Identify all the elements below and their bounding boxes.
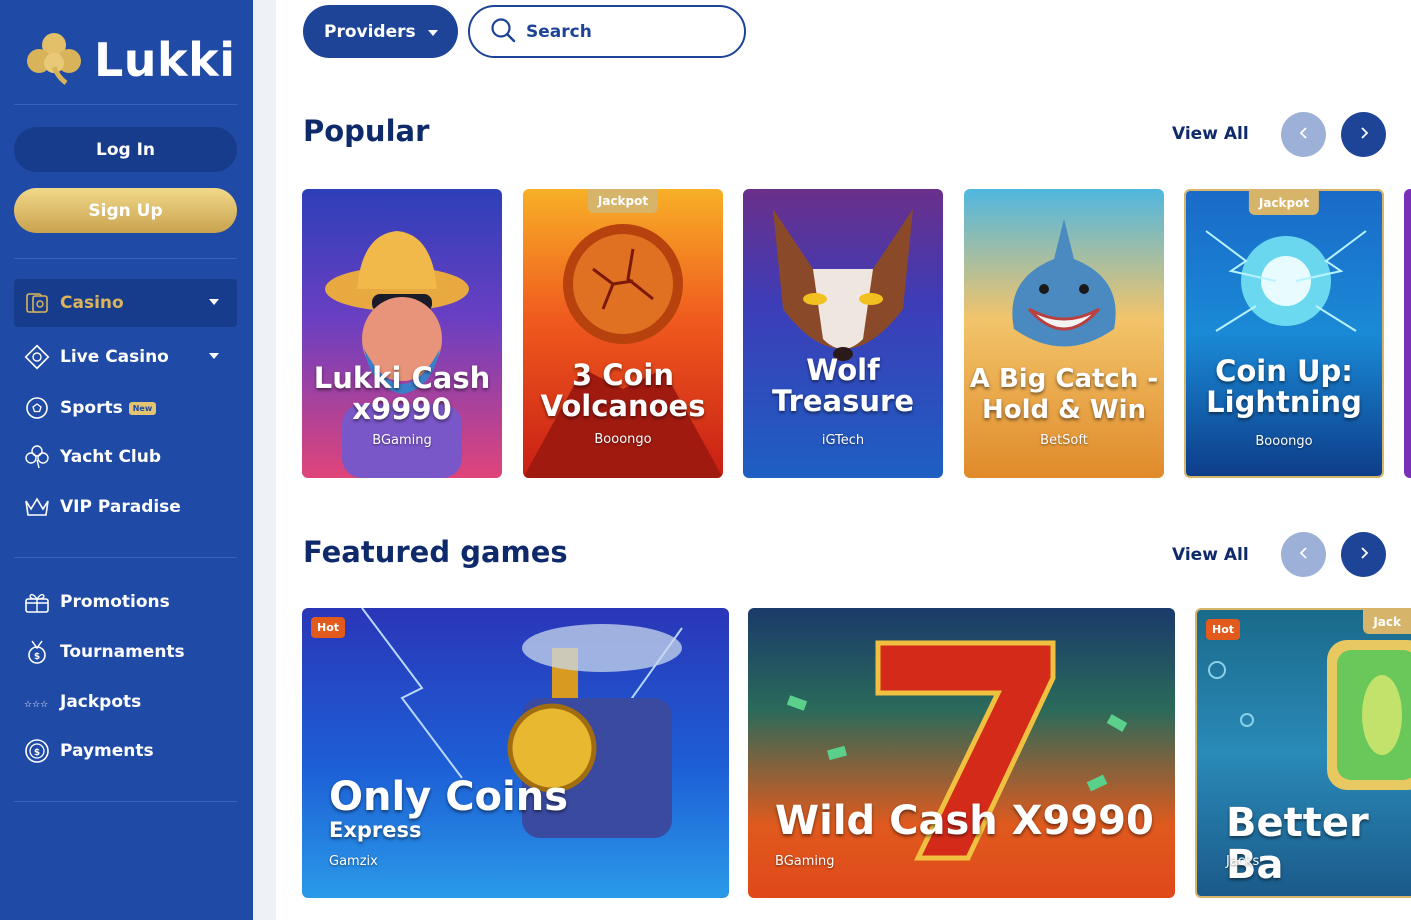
coin-icon: $: [24, 738, 50, 764]
chevron-down-icon: [209, 299, 219, 305]
featured-game-card[interactable]: Wild Cash X9990 BGaming: [748, 608, 1175, 898]
sidebar-item-yacht-club[interactable]: Yacht Club: [14, 433, 237, 481]
medal-icon: $: [24, 639, 50, 665]
game-provider: Gamzix: [329, 854, 378, 869]
hot-tag: Hot: [1206, 619, 1241, 640]
cards-icon: [24, 290, 50, 316]
featured-game-card[interactable]: Hot Only Coins Express Gamzix: [302, 608, 729, 898]
game-title: Lukki Cash x9990: [313, 361, 491, 426]
game-title: Only Coins: [329, 774, 569, 820]
game-provider: Booongo: [594, 432, 652, 447]
new-badge: New: [128, 401, 157, 415]
providers-label: Providers: [324, 21, 416, 42]
sidebar-item-live-casino[interactable]: Live Casino: [14, 333, 237, 381]
section-title-popular: Popular: [303, 114, 430, 148]
carousel-next-button[interactable]: [1341, 112, 1386, 157]
game-title: Wild Cash X9990: [775, 798, 1154, 844]
sidebar-item-casino[interactable]: Casino: [14, 279, 237, 327]
game-provider: BetSoft: [1040, 433, 1088, 448]
providers-dropdown[interactable]: Providers: [303, 5, 458, 58]
signup-button[interactable]: Sign Up: [14, 188, 237, 233]
chevron-left-icon: [1298, 125, 1310, 144]
stars-icon: ☆☆☆: [24, 689, 50, 715]
jackpot-tag: Jack: [1363, 610, 1411, 634]
game-provider: iGTech: [821, 433, 865, 448]
search-icon: [490, 17, 516, 47]
chevron-left-icon: [1298, 545, 1310, 564]
game-title: A Big Catch - Hold & Win: [969, 364, 1159, 425]
sidebar-item-label: VIP Paradise: [60, 497, 181, 517]
sidebar-gutter: [253, 0, 276, 920]
sidebar-divider: [14, 557, 237, 558]
chevron-down-icon: [209, 353, 219, 359]
carousel-prev-button[interactable]: [1281, 532, 1326, 577]
section-title-featured: Featured games: [303, 535, 568, 569]
sidebar-item-label: Live Casino: [60, 347, 169, 367]
sidebar-item-payments[interactable]: $ Payments: [14, 727, 237, 775]
sidebar-item-jackpots[interactable]: ☆☆☆ Jackpots: [14, 678, 237, 726]
carousel-prev-button[interactable]: [1281, 112, 1326, 157]
soccer-ball-icon: [24, 395, 50, 421]
sidebar-item-promotions[interactable]: Promotions: [14, 578, 237, 626]
game-provider: Jacks: [1226, 854, 1260, 869]
sidebar-item-vip-paradise[interactable]: VIP Paradise: [14, 483, 237, 531]
clover-logo-icon: [24, 31, 84, 89]
sidebar-item-label: Yacht Club: [60, 447, 162, 467]
sidebar: Lukki Log In Sign Up Casino Live Casino …: [0, 0, 253, 920]
sidebar-item-tournaments[interactable]: $ Tournaments: [14, 628, 237, 676]
sidebar-item-label: Casino: [60, 293, 124, 313]
search-box[interactable]: [468, 5, 746, 58]
game-card[interactable]: Jackpot Coin Up: Lightning Booongo: [1184, 189, 1384, 478]
chevron-down-icon: [428, 30, 438, 36]
hot-tag: Hot: [311, 617, 346, 638]
game-card[interactable]: Jackpot 3 Coin Volcanoes Booongo: [523, 189, 723, 478]
brand-logo[interactable]: Lukki: [24, 30, 236, 90]
game-card-peek[interactable]: [1404, 189, 1411, 478]
game-card[interactable]: Lukki Cash x9990 BGaming: [302, 189, 502, 478]
game-title: Coin Up: Lightning: [1206, 354, 1362, 419]
sidebar-item-label: Sports: [60, 398, 123, 418]
game-title: Wolf Treasure: [771, 353, 914, 418]
sidebar-divider: [14, 801, 237, 802]
game-card[interactable]: Wolf Treasure iGTech: [743, 189, 943, 478]
svg-text:☆☆☆: ☆☆☆: [24, 700, 48, 709]
featured-game-card[interactable]: Hot Jack Better Ba Jacks: [1195, 608, 1411, 898]
game-card[interactable]: A Big Catch - Hold & Win BetSoft: [964, 189, 1164, 478]
diamond-chip-icon: [24, 344, 50, 370]
svg-text:$: $: [34, 652, 40, 662]
game-provider: BGaming: [372, 433, 432, 448]
sidebar-item-label: Promotions: [60, 592, 170, 612]
search-input[interactable]: [526, 21, 726, 42]
view-all-featured[interactable]: View All: [1172, 545, 1249, 565]
sidebar-divider: [14, 104, 237, 105]
game-subtitle: Express: [329, 818, 422, 842]
jackpot-tag: Jackpot: [587, 189, 659, 213]
sidebar-item-sports[interactable]: Sports New: [14, 384, 237, 432]
chevron-right-icon: [1358, 125, 1370, 144]
crown-icon: [24, 494, 50, 520]
brand-name: Lukki: [94, 33, 236, 87]
sidebar-item-label: Payments: [60, 741, 154, 761]
game-title: Better Ba: [1226, 800, 1369, 888]
gift-icon: [24, 589, 50, 615]
game-title: 3 Coin Volcanoes: [540, 358, 706, 423]
game-provider: BGaming: [775, 854, 835, 869]
carousel-next-button[interactable]: [1341, 532, 1386, 577]
sidebar-divider: [14, 258, 237, 259]
login-button[interactable]: Log In: [14, 127, 237, 172]
sidebar-item-label: Jackpots: [60, 692, 142, 712]
sidebar-item-label: Tournaments: [60, 642, 185, 662]
clover-outline-icon: [24, 444, 50, 470]
game-provider: Booongo: [1255, 434, 1313, 449]
chevron-right-icon: [1358, 545, 1370, 564]
jackpot-tag: Jackpot: [1248, 191, 1320, 215]
svg-text:$: $: [34, 748, 40, 758]
view-all-popular[interactable]: View All: [1172, 124, 1249, 144]
